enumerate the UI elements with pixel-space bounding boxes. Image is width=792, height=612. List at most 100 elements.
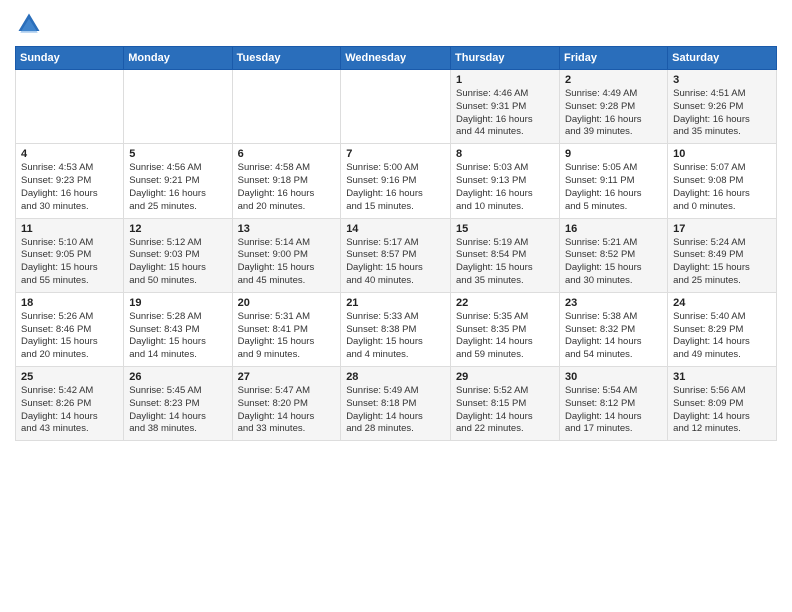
day-number: 1 <box>456 74 554 86</box>
logo-icon <box>15 10 43 38</box>
day-content: Sunrise: 5:49 AM Sunset: 8:18 PM Dayligh… <box>346 385 445 436</box>
calendar-day-header: Wednesday <box>341 47 451 70</box>
day-content: Sunrise: 5:52 AM Sunset: 8:15 PM Dayligh… <box>456 385 554 436</box>
calendar-week-row: 1 Sunrise: 4:46 AM Sunset: 9:31 PM Daylig… <box>16 70 777 144</box>
day-number: 9 <box>565 148 662 160</box>
day-content: Sunrise: 5:19 AM Sunset: 8:54 PM Dayligh… <box>456 237 554 288</box>
calendar-cell: 18 Sunrise: 5:26 AM Sunset: 8:46 PM Dayli… <box>16 292 124 366</box>
day-content: Sunrise: 4:49 AM Sunset: 9:28 PM Dayligh… <box>565 88 662 139</box>
calendar-cell: 4 Sunrise: 4:53 AM Sunset: 9:23 PM Daylig… <box>16 144 124 218</box>
calendar-cell: 19 Sunrise: 5:28 AM Sunset: 8:43 PM Dayli… <box>124 292 232 366</box>
day-number: 29 <box>456 371 554 383</box>
day-content: Sunrise: 5:03 AM Sunset: 9:13 PM Dayligh… <box>456 162 554 213</box>
calendar-day-header: Friday <box>559 47 667 70</box>
day-content: Sunrise: 5:54 AM Sunset: 8:12 PM Dayligh… <box>565 385 662 436</box>
day-number: 15 <box>456 223 554 235</box>
calendar-cell: 31Sunrise: 5:56 AM Sunset: 8:09 PM Dayli… <box>668 367 777 441</box>
calendar-cell: 14Sunrise: 5:17 AM Sunset: 8:57 PM Dayli… <box>341 218 451 292</box>
day-number: 10 <box>673 148 771 160</box>
calendar-week-row: 18 Sunrise: 5:26 AM Sunset: 8:46 PM Dayli… <box>16 292 777 366</box>
logo <box>15 10 47 38</box>
day-content: Sunrise: 4:56 AM Sunset: 9:21 PM Dayligh… <box>129 162 226 213</box>
day-content: Sunrise: 4:46 AM Sunset: 9:31 PM Dayligh… <box>456 88 554 139</box>
day-number: 16 <box>565 223 662 235</box>
day-number: 23 <box>565 297 662 309</box>
day-content: Sunrise: 5:35 AM Sunset: 8:35 PM Dayligh… <box>456 311 554 362</box>
calendar-cell: 20 Sunrise: 5:31 AM Sunset: 8:41 PM Dayli… <box>232 292 341 366</box>
calendar-day-header: Saturday <box>668 47 777 70</box>
calendar-cell: 23 Sunrise: 5:38 AM Sunset: 8:32 PM Dayli… <box>559 292 667 366</box>
calendar-cell: 12 Sunrise: 5:12 AM Sunset: 9:03 PM Dayli… <box>124 218 232 292</box>
day-content: Sunrise: 5:56 AM Sunset: 8:09 PM Dayligh… <box>673 385 771 436</box>
calendar-cell: 24 Sunrise: 5:40 AM Sunset: 8:29 PM Dayli… <box>668 292 777 366</box>
calendar-cell: 17 Sunrise: 5:24 AM Sunset: 8:49 PM Dayli… <box>668 218 777 292</box>
main-container: SundayMondayTuesdayWednesdayThursdayFrid… <box>0 0 792 446</box>
calendar-cell: 5 Sunrise: 4:56 AM Sunset: 9:21 PM Daylig… <box>124 144 232 218</box>
calendar-cell: 25 Sunrise: 5:42 AM Sunset: 8:26 PM Dayli… <box>16 367 124 441</box>
day-content: Sunrise: 5:38 AM Sunset: 8:32 PM Dayligh… <box>565 311 662 362</box>
day-content: Sunrise: 5:05 AM Sunset: 9:11 PM Dayligh… <box>565 162 662 213</box>
day-number: 12 <box>129 223 226 235</box>
day-content: Sunrise: 5:42 AM Sunset: 8:26 PM Dayligh… <box>21 385 118 436</box>
calendar-cell <box>124 70 232 144</box>
calendar-cell <box>232 70 341 144</box>
day-number: 19 <box>129 297 226 309</box>
day-number: 22 <box>456 297 554 309</box>
calendar-cell: 28Sunrise: 5:49 AM Sunset: 8:18 PM Dayli… <box>341 367 451 441</box>
calendar-cell: 29 Sunrise: 5:52 AM Sunset: 8:15 PM Dayli… <box>451 367 560 441</box>
day-content: Sunrise: 5:24 AM Sunset: 8:49 PM Dayligh… <box>673 237 771 288</box>
day-number: 20 <box>238 297 336 309</box>
calendar-cell: 9 Sunrise: 5:05 AM Sunset: 9:11 PM Daylig… <box>559 144 667 218</box>
calendar-cell: 3 Sunrise: 4:51 AM Sunset: 9:26 PM Daylig… <box>668 70 777 144</box>
day-content: Sunrise: 5:26 AM Sunset: 8:46 PM Dayligh… <box>21 311 118 362</box>
calendar-cell <box>16 70 124 144</box>
day-number: 17 <box>673 223 771 235</box>
day-content: Sunrise: 5:00 AM Sunset: 9:16 PM Dayligh… <box>346 162 445 213</box>
calendar-day-header: Sunday <box>16 47 124 70</box>
calendar-cell: 11Sunrise: 5:10 AM Sunset: 9:05 PM Dayli… <box>16 218 124 292</box>
calendar-week-row: 4 Sunrise: 4:53 AM Sunset: 9:23 PM Daylig… <box>16 144 777 218</box>
header <box>15 10 777 38</box>
calendar-week-row: 11Sunrise: 5:10 AM Sunset: 9:05 PM Dayli… <box>16 218 777 292</box>
day-content: Sunrise: 5:31 AM Sunset: 8:41 PM Dayligh… <box>238 311 336 362</box>
day-number: 4 <box>21 148 118 160</box>
calendar-cell: 13 Sunrise: 5:14 AM Sunset: 9:00 PM Dayli… <box>232 218 341 292</box>
day-number: 14 <box>346 223 445 235</box>
calendar-cell: 21 Sunrise: 5:33 AM Sunset: 8:38 PM Dayli… <box>341 292 451 366</box>
day-content: Sunrise: 5:40 AM Sunset: 8:29 PM Dayligh… <box>673 311 771 362</box>
day-number: 13 <box>238 223 336 235</box>
day-content: Sunrise: 4:58 AM Sunset: 9:18 PM Dayligh… <box>238 162 336 213</box>
calendar-cell: 2 Sunrise: 4:49 AM Sunset: 9:28 PM Daylig… <box>559 70 667 144</box>
day-content: Sunrise: 5:14 AM Sunset: 9:00 PM Dayligh… <box>238 237 336 288</box>
day-content: Sunrise: 5:45 AM Sunset: 8:23 PM Dayligh… <box>129 385 226 436</box>
day-number: 26 <box>129 371 226 383</box>
calendar-day-header: Tuesday <box>232 47 341 70</box>
day-content: Sunrise: 5:21 AM Sunset: 8:52 PM Dayligh… <box>565 237 662 288</box>
day-number: 18 <box>21 297 118 309</box>
day-content: Sunrise: 5:07 AM Sunset: 9:08 PM Dayligh… <box>673 162 771 213</box>
day-content: Sunrise: 4:51 AM Sunset: 9:26 PM Dayligh… <box>673 88 771 139</box>
day-content: Sunrise: 5:12 AM Sunset: 9:03 PM Dayligh… <box>129 237 226 288</box>
calendar-cell: 8 Sunrise: 5:03 AM Sunset: 9:13 PM Daylig… <box>451 144 560 218</box>
day-number: 24 <box>673 297 771 309</box>
calendar-day-header: Thursday <box>451 47 560 70</box>
day-number: 2 <box>565 74 662 86</box>
calendar-cell: 22 Sunrise: 5:35 AM Sunset: 8:35 PM Dayli… <box>451 292 560 366</box>
day-number: 6 <box>238 148 336 160</box>
calendar-header-row: SundayMondayTuesdayWednesdayThursdayFrid… <box>16 47 777 70</box>
calendar-cell: 7Sunrise: 5:00 AM Sunset: 9:16 PM Daylig… <box>341 144 451 218</box>
calendar-cell: 10 Sunrise: 5:07 AM Sunset: 9:08 PM Dayli… <box>668 144 777 218</box>
day-content: Sunrise: 5:28 AM Sunset: 8:43 PM Dayligh… <box>129 311 226 362</box>
day-number: 8 <box>456 148 554 160</box>
day-number: 30 <box>565 371 662 383</box>
day-number: 5 <box>129 148 226 160</box>
day-number: 25 <box>21 371 118 383</box>
day-number: 3 <box>673 74 771 86</box>
calendar-cell: 30 Sunrise: 5:54 AM Sunset: 8:12 PM Dayli… <box>559 367 667 441</box>
day-number: 27 <box>238 371 336 383</box>
day-content: Sunrise: 5:47 AM Sunset: 8:20 PM Dayligh… <box>238 385 336 436</box>
day-content: Sunrise: 5:33 AM Sunset: 8:38 PM Dayligh… <box>346 311 445 362</box>
day-content: Sunrise: 4:53 AM Sunset: 9:23 PM Dayligh… <box>21 162 118 213</box>
day-number: 21 <box>346 297 445 309</box>
calendar: SundayMondayTuesdayWednesdayThursdayFrid… <box>15 46 777 441</box>
